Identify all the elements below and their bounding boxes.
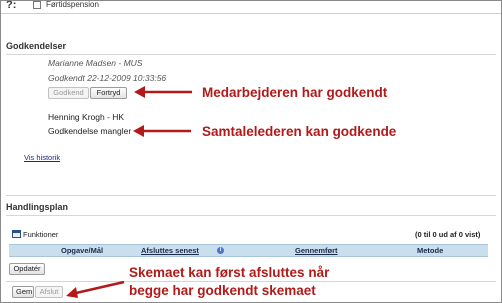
column-header-method[interactable]: Metode (417, 246, 443, 255)
column-header-deadline[interactable]: Afsluttes senest (141, 246, 199, 255)
employee-approval-timestamp: Godkendt 22-12-2009 10:33:56 (48, 73, 167, 83)
employee-approver-name: Marianne Madsen - MUS (48, 58, 143, 68)
annotation-footer-line1: Skemaet kan først afsluttes når (129, 265, 330, 280)
field-label-marker: ?: (6, 0, 17, 11)
info-icon[interactable]: i (217, 247, 224, 254)
result-count: (0 til 0 ud af 0 vist) (415, 230, 481, 239)
early-retirement-checkbox[interactable] (33, 1, 41, 9)
column-header-task[interactable]: Opgave/Mål (61, 246, 103, 255)
regret-button[interactable]: Fortryd (90, 87, 127, 99)
functions-icon[interactable] (12, 230, 21, 238)
functions-menu[interactable]: Funktioner (23, 230, 58, 239)
top-divider (1, 13, 501, 14)
screenshot-border (0, 0, 502, 303)
annotation-manager-can-approve: Samtalelederen kan godkende (202, 124, 397, 139)
annotation-employee-approved: Medarbejderen har godkendt (202, 85, 388, 100)
approvals-title: Godkendelser (6, 41, 67, 51)
column-header-completed[interactable]: Gennemført (295, 246, 338, 255)
red-arrow-icon (66, 280, 125, 298)
action-plan-table-header: Opgave/Mål Afsluttes senest i Gennemført… (9, 244, 488, 257)
annotation-footer-line2: begge har godkendt skemaet (129, 283, 316, 298)
actionplan-divider (6, 215, 496, 216)
early-retirement-label: Førtidspension (46, 0, 99, 9)
actionplan-top-divider (6, 195, 496, 196)
red-arrow-icon (133, 125, 191, 137)
manager-approval-status: Godkendelse mangler (48, 126, 132, 136)
red-arrow-icon (134, 86, 192, 98)
save-button[interactable]: Gem (12, 286, 34, 298)
approvals-divider (6, 54, 496, 55)
update-button[interactable]: Opdatér (9, 263, 45, 275)
approve-button[interactable]: Godkend (48, 87, 89, 99)
manager-approver-name: Henning Krogh - HK (48, 112, 125, 122)
action-plan-title: Handlingsplan (6, 202, 69, 212)
finish-button[interactable]: Afslut (35, 286, 63, 298)
history-link[interactable]: Vis historik (24, 153, 60, 162)
